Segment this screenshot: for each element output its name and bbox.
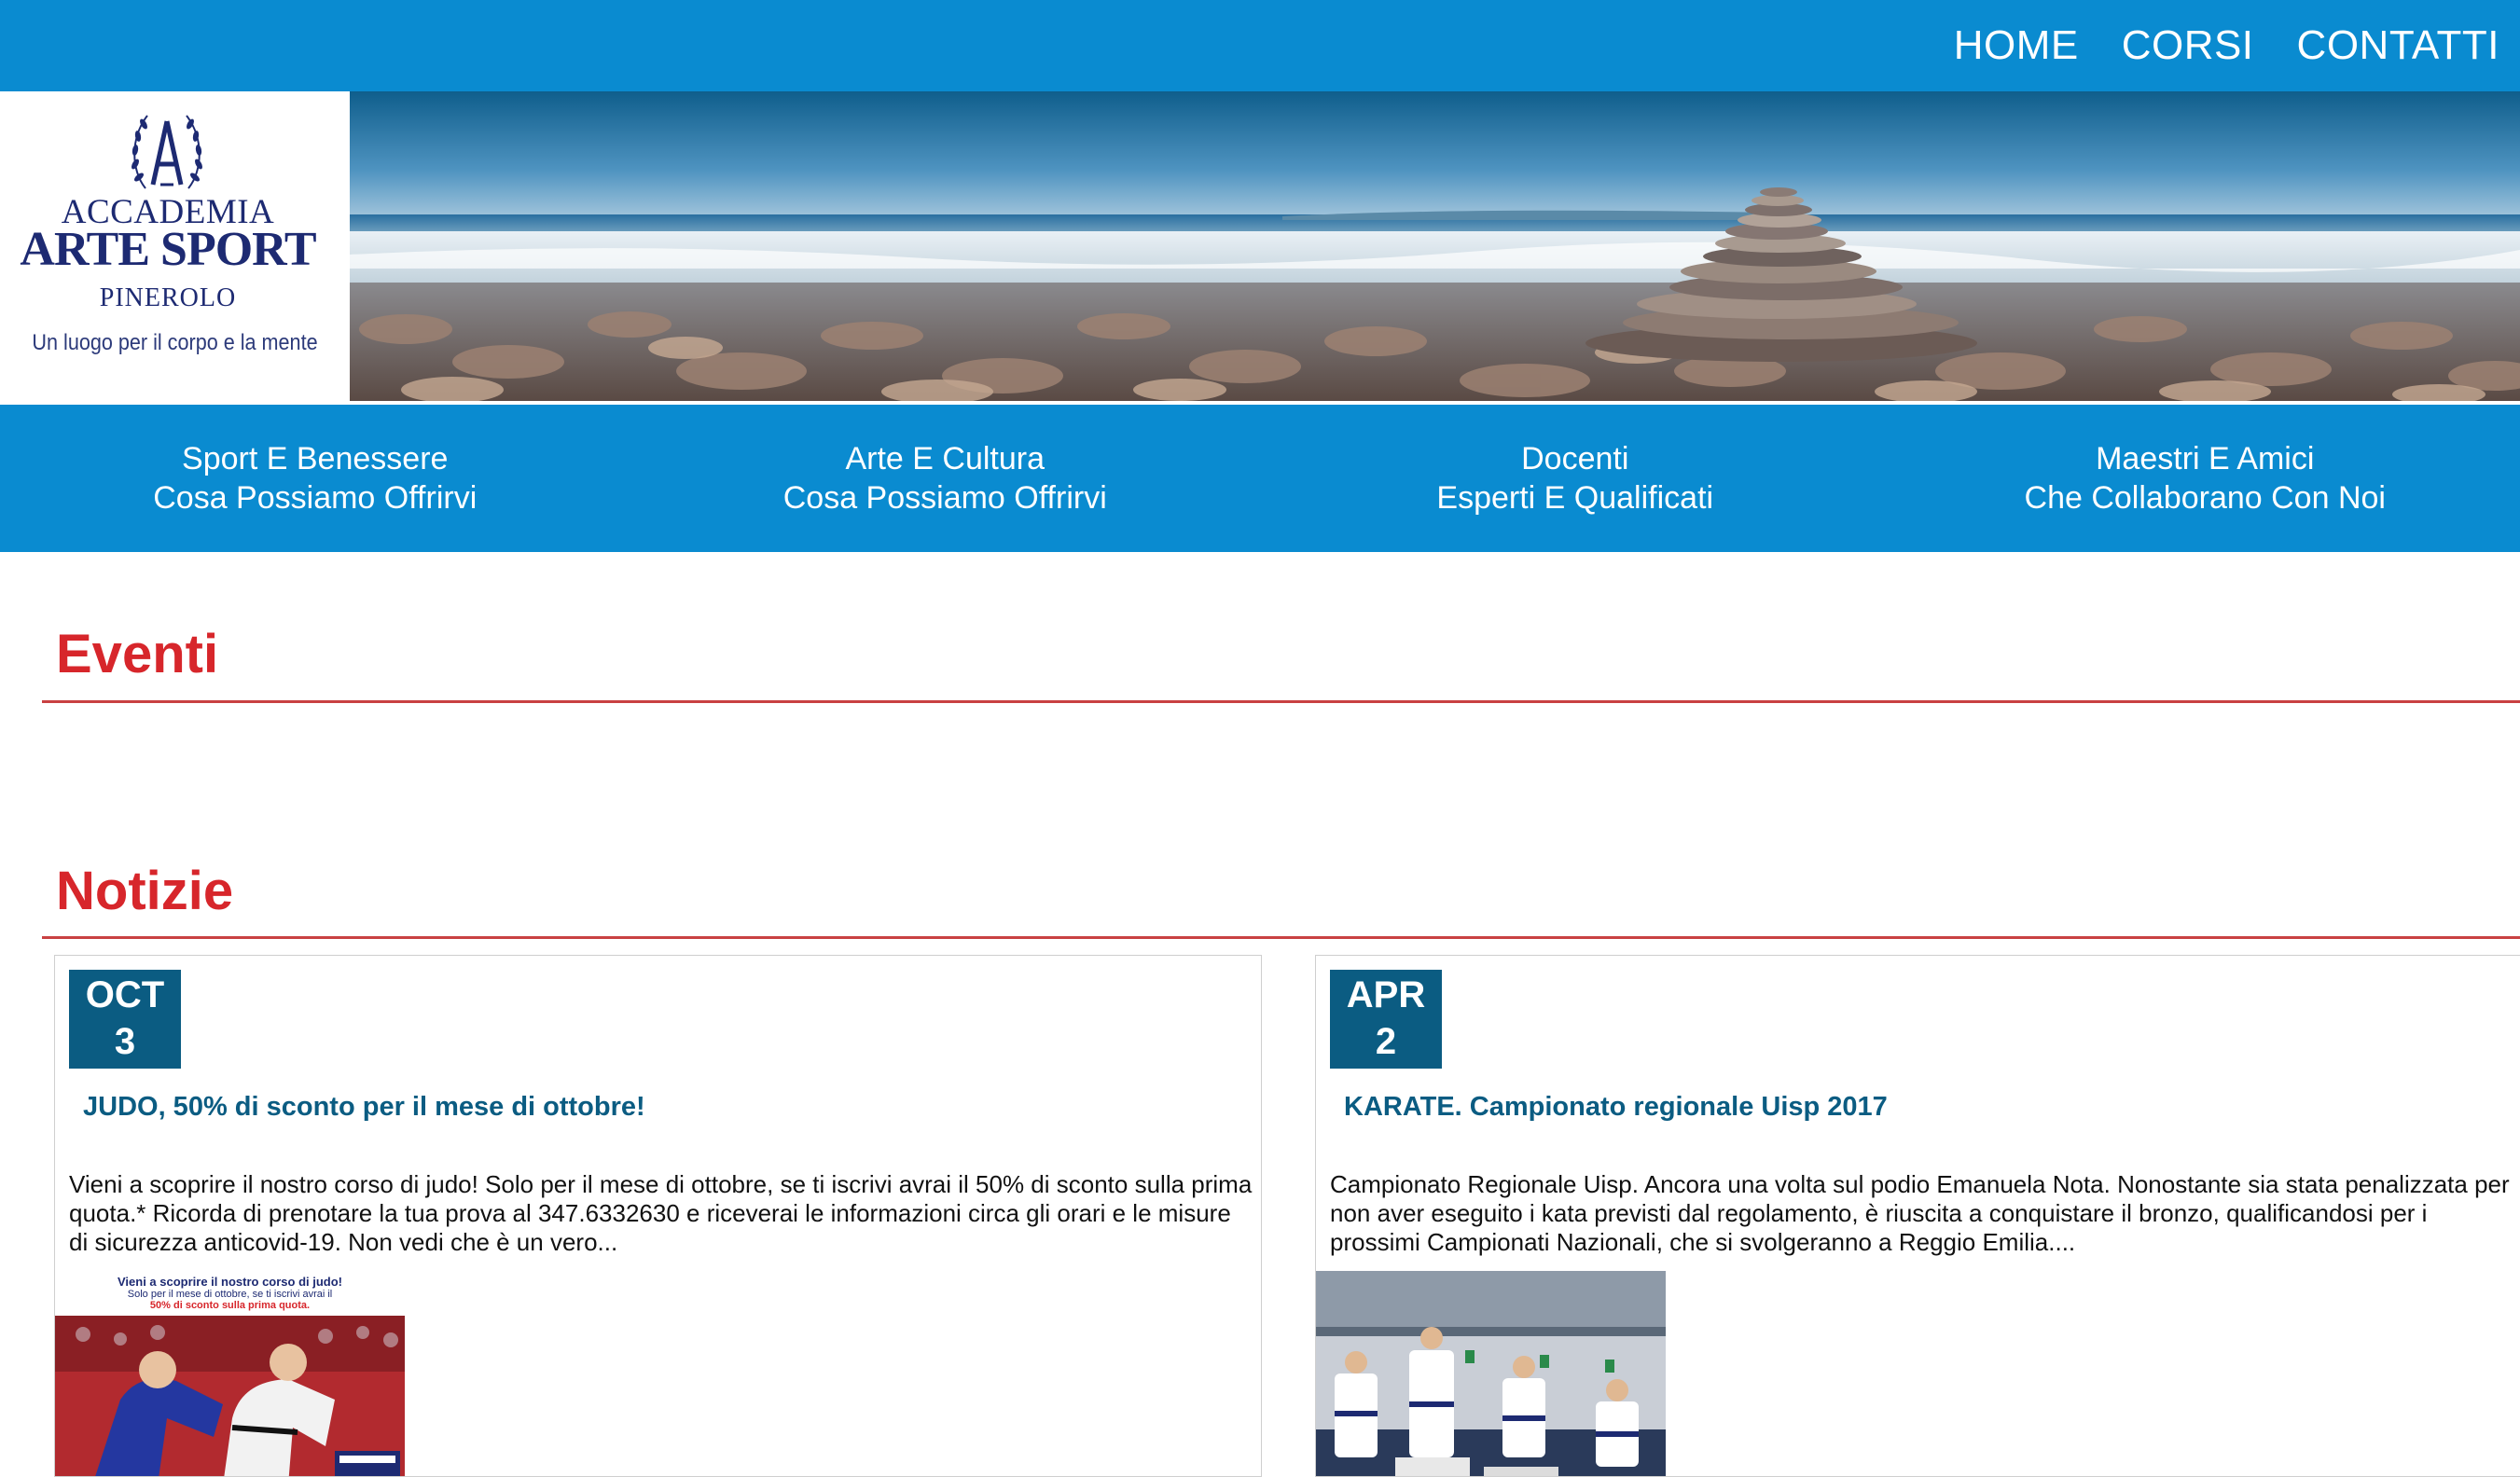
date-day: 2 bbox=[1330, 1018, 1442, 1065]
header-banner: ACCADEMIA ARTE SPORT PINEROLO Un luogo p… bbox=[0, 91, 2520, 401]
nav-home-link[interactable]: HOME bbox=[1954, 22, 2079, 69]
image-caption-line-3: 50% di sconto sulla prima quota. bbox=[55, 1300, 405, 1311]
category-title: Sport E Benessere bbox=[182, 439, 448, 478]
date-badge: APR 2 bbox=[1330, 970, 1442, 1069]
category-maestri-amici[interactable]: Maestri E Amici Che Collaborano Con Noi bbox=[1890, 405, 2520, 552]
events-heading: Eventi bbox=[56, 623, 218, 685]
category-title: Maestri E Amici bbox=[2096, 439, 2314, 478]
category-title: Docenti bbox=[1521, 439, 1628, 478]
news-excerpt: Campionato Regionale Uisp. Ancora una vo… bbox=[1330, 1170, 2514, 1257]
category-subtitle: Cosa Possiamo Offrirvi bbox=[783, 478, 1107, 518]
news-title-link[interactable]: KARATE. Campionato regionale Uisp 2017 bbox=[1344, 1092, 1888, 1123]
news-image-karate-podium[interactable] bbox=[1316, 1271, 1666, 1477]
date-day: 3 bbox=[69, 1018, 181, 1065]
date-month: APR bbox=[1330, 972, 1442, 1018]
site-logo[interactable]: ACCADEMIA ARTE SPORT PINEROLO Un luogo p… bbox=[0, 91, 350, 401]
image-caption-line-1: Vieni a scoprire il nostro corso di judo… bbox=[55, 1275, 405, 1289]
date-badge: OCT 3 bbox=[69, 970, 181, 1069]
nav-contacts-link[interactable]: CONTATTI bbox=[2297, 22, 2499, 69]
news-card: OCT 3 JUDO, 50% di sconto per il mese di… bbox=[54, 955, 1262, 1477]
category-docenti[interactable]: Docenti Esperti E Qualificati bbox=[1260, 405, 1890, 552]
news-excerpt: Vieni a scoprire il nostro corso di judo… bbox=[69, 1170, 1253, 1257]
image-caption-area: Vieni a scoprire il nostro corso di judo… bbox=[55, 1271, 405, 1316]
logo-line-pinerolo: PINEROLO bbox=[0, 283, 336, 313]
category-sport-benessere[interactable]: Sport E Benessere Cosa Possiamo Offrirvi bbox=[0, 405, 630, 552]
news-heading: Notizie bbox=[56, 860, 233, 922]
logo-tagline: Un luogo per il corpo e la mente bbox=[18, 330, 333, 356]
laurel-wreath-icon bbox=[127, 104, 207, 198]
image-caption-line-2: Solo per il mese di ottobre, se ti iscri… bbox=[55, 1289, 405, 1300]
nav-courses-link[interactable]: CORSI bbox=[2122, 22, 2254, 69]
date-month: OCT bbox=[69, 972, 181, 1018]
news-card: APR 2 KARATE. Campionato regionale Uisp … bbox=[1315, 955, 2520, 1477]
category-subtitle: Che Collaborano Con Noi bbox=[2025, 478, 2386, 518]
category-subtitle: Cosa Possiamo Offrirvi bbox=[153, 478, 477, 518]
category-title: Arte E Cultura bbox=[845, 439, 1045, 478]
category-strip: Sport E Benessere Cosa Possiamo Offrirvi… bbox=[0, 405, 2520, 552]
top-nav-links: HOME CORSI CONTATTI bbox=[1954, 0, 2499, 91]
news-image-judo[interactable]: Vieni a scoprire il nostro corso di judo… bbox=[55, 1271, 405, 1477]
category-arte-cultura[interactable]: Arte E Cultura Cosa Possiamo Offrirvi bbox=[630, 405, 1261, 552]
news-divider bbox=[42, 936, 2520, 939]
banner-photo-stacked-stones bbox=[350, 91, 2520, 401]
events-divider bbox=[42, 700, 2520, 703]
top-navbar: HOME CORSI CONTATTI bbox=[0, 0, 2520, 91]
category-subtitle: Esperti E Qualificati bbox=[1436, 478, 1713, 518]
news-title-link[interactable]: JUDO, 50% di sconto per il mese di ottob… bbox=[83, 1092, 645, 1123]
logo-line-arte-sport: ARTE SPORT bbox=[0, 222, 336, 277]
